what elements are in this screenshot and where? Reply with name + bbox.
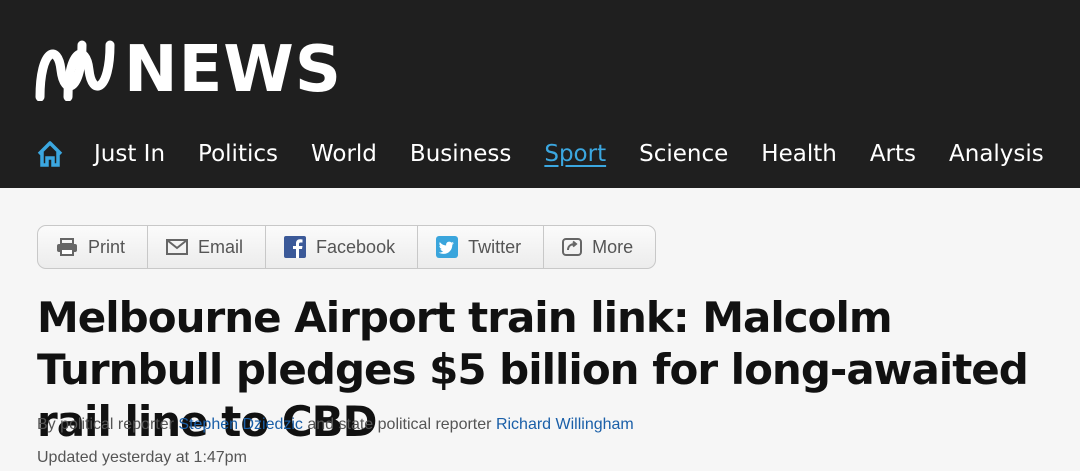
share-toolbar: Print Email Facebook Twitter More xyxy=(37,225,657,269)
email-label: Email xyxy=(198,236,244,257)
nav-arts[interactable]: Arts xyxy=(870,141,916,167)
twitter-icon xyxy=(436,236,459,258)
envelope-icon xyxy=(166,239,189,255)
more-button[interactable]: More xyxy=(544,226,655,268)
twitter-label: Twitter xyxy=(468,236,522,257)
print-button[interactable]: Print xyxy=(38,226,149,268)
updated-timestamp: Updated yesterday at 1:47pm xyxy=(37,449,247,466)
nav-analysis[interactable]: Analysis xyxy=(949,141,1044,167)
nav-health[interactable]: Health xyxy=(761,141,837,167)
byline-mid: and state political reporter xyxy=(307,416,492,433)
author-link-richard-willingham[interactable]: Richard Willingham xyxy=(496,416,634,433)
byline-prefix: By political reporter xyxy=(37,416,174,433)
site-header: NEWS Just In Politics World Business Spo… xyxy=(0,0,1080,188)
home-icon[interactable] xyxy=(36,140,64,168)
printer-icon xyxy=(56,238,78,256)
nav-just-in[interactable]: Just In xyxy=(94,141,165,167)
nav-politics[interactable]: Politics xyxy=(198,141,278,167)
nav-business[interactable]: Business xyxy=(410,141,511,167)
byline: By political reporter Stephen Dziedzic a… xyxy=(37,416,634,434)
nav-science[interactable]: Science xyxy=(639,141,728,167)
abc-news-logo[interactable]: NEWS xyxy=(34,38,342,102)
facebook-label: Facebook xyxy=(316,236,396,257)
email-button[interactable]: Email xyxy=(148,226,267,268)
share-more-icon xyxy=(562,238,583,256)
print-label: Print xyxy=(88,236,126,257)
more-label: More xyxy=(592,236,634,257)
nav-world[interactable]: World xyxy=(311,141,377,167)
main-nav: Just In Politics World Business Sport Sc… xyxy=(36,134,1077,174)
nav-sport[interactable]: Sport xyxy=(544,141,606,167)
facebook-icon xyxy=(284,236,307,258)
author-link-stephen-dziedzic[interactable]: Stephen Dziedzic xyxy=(178,416,303,433)
twitter-button[interactable]: Twitter xyxy=(418,226,545,268)
abc-logo-icon xyxy=(35,40,115,101)
facebook-button[interactable]: Facebook xyxy=(266,226,419,268)
news-wordmark: NEWS xyxy=(124,33,342,107)
